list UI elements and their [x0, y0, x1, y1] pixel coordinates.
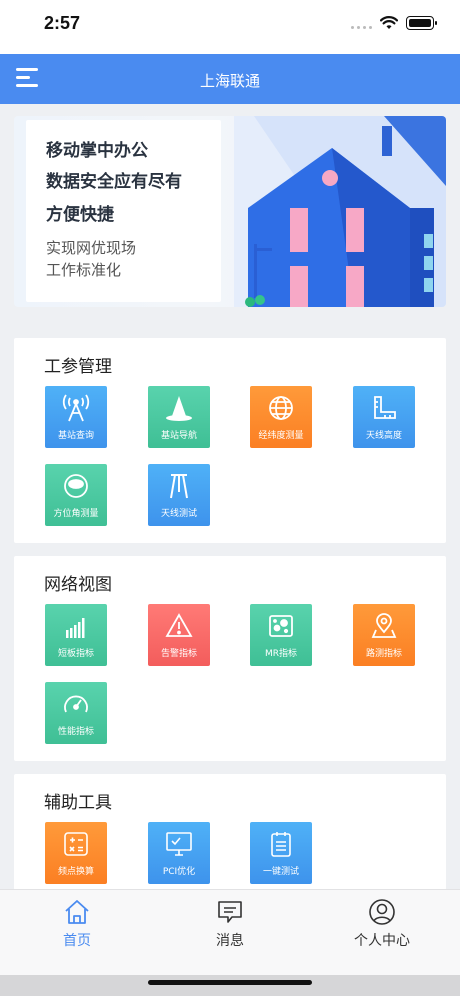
- tile-label: 一键测试: [262, 867, 299, 877]
- tile-weakness-kpi[interactable]: 短板指标: [45, 604, 107, 666]
- nav-bar: 上海联通: [0, 54, 460, 104]
- tile-label: 经纬度测量: [258, 431, 304, 441]
- banner[interactable]: 移动掌中办公 数据安全应有尽有 方便快捷 实现网优现场 工作标准化: [14, 116, 446, 307]
- tile-mr-kpi[interactable]: MR指标: [250, 604, 312, 666]
- tile-base-station-query[interactable]: 基站查询: [45, 386, 107, 448]
- tab-profile[interactable]: 个人中心: [322, 898, 442, 958]
- section-title: 网络视图: [44, 575, 112, 595]
- tile-label: 路测指标: [365, 649, 402, 659]
- tile-frequency-convert[interactable]: 频点换算: [45, 822, 107, 884]
- tile-pci-optimize[interactable]: PCI优化: [148, 822, 210, 884]
- monitor-icon: [166, 832, 192, 856]
- section-tools: 辅助工具 频点换算 PCI优化 一键测试: [14, 774, 446, 890]
- map-pin-icon: [371, 613, 397, 638]
- status-time: 2:57: [44, 13, 81, 33]
- battery-icon: [406, 16, 437, 30]
- gauge-icon: [64, 695, 88, 713]
- tile-alarm-kpi[interactable]: 告警指标: [148, 604, 210, 666]
- page-title: 上海联通: [199, 72, 260, 90]
- banner-line-2: 数据安全应有尽有: [46, 172, 182, 192]
- message-icon: [218, 901, 242, 923]
- tile-label: 短板指标: [57, 649, 94, 659]
- tile-label: 基站查询: [57, 431, 94, 441]
- calculator-icon: [64, 832, 88, 856]
- banner-subtext-2: 工作标准化: [46, 261, 122, 279]
- building-illustration: [234, 116, 446, 307]
- status-bar: 2:57: [0, 0, 460, 54]
- tile-antenna-test[interactable]: 天线测试: [148, 464, 210, 526]
- signal-icon: [351, 17, 372, 29]
- tile-one-click-test[interactable]: 一键测试: [250, 822, 312, 884]
- tile-label: 天线测试: [160, 509, 197, 519]
- tile-performance-kpi[interactable]: 性能指标: [45, 682, 107, 744]
- tab-home[interactable]: 首页: [17, 898, 137, 958]
- wifi-icon: [380, 16, 398, 29]
- tile-antenna-height[interactable]: 天线高度: [353, 386, 415, 448]
- tile-label: 告警指标: [160, 649, 197, 659]
- antenna-icon: [62, 394, 90, 422]
- banner-headline: 移动掌中办公: [46, 141, 148, 161]
- tile-label: 频点换算: [57, 867, 94, 877]
- banner-subtext-1: 实现网优现场: [46, 239, 137, 257]
- tile-label: 天线高度: [365, 431, 402, 441]
- tab-messages[interactable]: 消息: [170, 898, 290, 958]
- section-engineering: 工参管理 基站查询 基站导航 经纬度测量 天线高度 方位角测量 天线测试: [14, 338, 446, 543]
- tile-azimuth-measure[interactable]: 方位角测量: [45, 464, 107, 526]
- tab-label: 消息: [216, 933, 244, 949]
- tile-label: 性能指标: [57, 727, 94, 737]
- tile-label: MR指标: [264, 649, 298, 659]
- compass-icon: [64, 474, 88, 498]
- status-icons: [351, 16, 437, 30]
- tile-label: 基站导航: [160, 431, 197, 441]
- tile-drive-test-kpi[interactable]: 路测指标: [353, 604, 415, 666]
- tab-label: 首页: [63, 933, 91, 949]
- tripod-icon: [170, 474, 188, 499]
- tab-label: 个人中心: [354, 933, 410, 949]
- tile-label: 方位角测量: [53, 509, 99, 519]
- section-title: 辅助工具: [44, 793, 112, 813]
- globe-icon: [269, 396, 293, 420]
- home-indicator-area: [0, 975, 460, 996]
- cone-icon: [166, 396, 192, 421]
- home-icon: [65, 900, 89, 924]
- user-icon: [369, 899, 395, 925]
- tab-bar: 首页 消息 个人中心: [0, 889, 460, 975]
- scatter-icon: [269, 615, 293, 637]
- home-indicator[interactable]: [148, 980, 312, 985]
- section-title: 工参管理: [44, 357, 112, 377]
- tile-label: PCI优化: [162, 867, 196, 877]
- bar-chart-icon: [66, 618, 85, 638]
- warning-icon: [165, 613, 193, 637]
- clipboard-icon: [271, 832, 291, 857]
- banner-line-3: 方便快捷: [46, 205, 114, 225]
- tile-base-station-nav[interactable]: 基站导航: [148, 386, 210, 448]
- section-network-view: 网络视图 短板指标 告警指标 MR指标 路测指标 性能指标: [14, 556, 446, 761]
- ruler-icon: [374, 396, 396, 419]
- tile-lat-lng-measure[interactable]: 经纬度测量: [250, 386, 312, 448]
